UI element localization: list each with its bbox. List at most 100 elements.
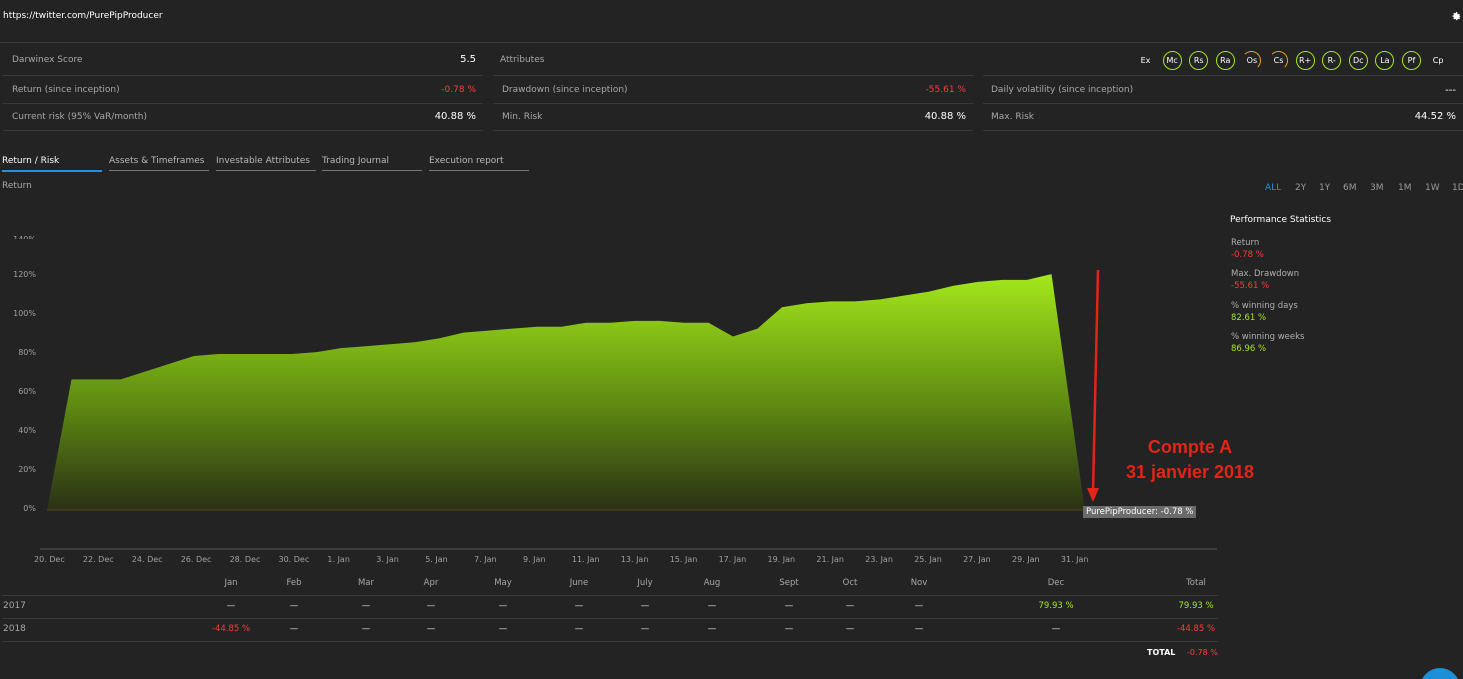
- x-tick-label: 30. Dec: [278, 555, 310, 564]
- month-cell: —: [361, 624, 371, 634]
- range-all[interactable]: ALL: [1265, 183, 1281, 193]
- attribute-badge-cp[interactable]: Cp: [1429, 51, 1448, 70]
- month-cell: -44.85 %: [211, 624, 251, 634]
- chat-button[interactable]: [1420, 668, 1460, 679]
- x-tick-label: 13. Jan: [620, 555, 649, 564]
- attribute-badge-rminus[interactable]: R-: [1322, 51, 1342, 70]
- perf-winweeks-label: % winning weeks: [1231, 332, 1305, 342]
- x-tick-label: 29. Jan: [1012, 555, 1040, 564]
- year-label: 2018: [3, 624, 26, 634]
- month-header: Jan: [224, 578, 238, 588]
- month-header: Aug: [703, 578, 721, 588]
- month-cell: —: [784, 624, 794, 634]
- perf-windays-label: % winning days: [1231, 301, 1298, 311]
- x-tick-label: 28. Dec: [229, 555, 261, 564]
- month-cell: —: [707, 601, 717, 611]
- range-1d[interactable]: 1D: [1452, 183, 1463, 193]
- month-cell: —: [784, 601, 794, 611]
- x-tick-label: 15. Jan: [669, 555, 698, 564]
- x-tick-label: 5. Jan: [425, 555, 448, 564]
- x-tick-label: 3. Jan: [376, 555, 399, 564]
- month-cell: —: [426, 601, 436, 611]
- table-divider: [2, 641, 1218, 642]
- month-cell: —: [574, 601, 584, 611]
- month-cell: —: [1051, 624, 1061, 634]
- month-header: May: [494, 578, 512, 588]
- gear-icon[interactable]: [1450, 10, 1462, 22]
- attribute-badge-rplus[interactable]: R+: [1295, 51, 1315, 70]
- x-tick-label: 21. Jan: [816, 555, 844, 564]
- attribute-badge-pf[interactable]: Pf: [1402, 51, 1421, 70]
- range-3m[interactable]: 3M: [1370, 183, 1384, 193]
- month-header: Nov: [910, 578, 928, 588]
- x-tick-label: 1. Jan: [327, 555, 350, 564]
- month-cell: —: [498, 601, 508, 611]
- month-cell: 79.93 %: [1038, 601, 1074, 611]
- total-label: TOTAL: [1147, 648, 1176, 657]
- performance-title: Performance Statistics: [1230, 215, 1332, 225]
- annotation-line1: Compte A: [1147, 437, 1233, 457]
- month-cell: —: [845, 624, 855, 634]
- perf-return-label: Return: [1231, 238, 1260, 248]
- table-divider: [2, 618, 1218, 619]
- month-cell: —: [498, 624, 508, 634]
- month-cell: —: [845, 601, 855, 611]
- month-cell: —: [707, 624, 717, 634]
- month-header: Oct: [842, 578, 858, 588]
- month-header: Mar: [357, 578, 375, 588]
- month-header: Sept: [779, 578, 799, 588]
- attribute-badge-os[interactable]: Os: [1242, 51, 1262, 70]
- x-tick-label: 25. Jan: [914, 555, 942, 564]
- range-1y[interactable]: 1Y: [1319, 183, 1330, 193]
- annotation-line2: 31 janvier 2018: [1125, 462, 1255, 482]
- annotation-arrow-head: [1087, 488, 1099, 502]
- volatility-value: ---: [1445, 85, 1456, 96]
- year-label: 2017: [3, 601, 26, 611]
- attribute-badge-cs[interactable]: Cs: [1269, 51, 1288, 70]
- year-total: 79.93 %: [1178, 601, 1214, 611]
- month-header: July: [637, 578, 653, 588]
- perf-return-value: -0.78 %: [1231, 250, 1264, 260]
- annotation-arrow-line: [1091, 269, 1100, 493]
- range-1m[interactable]: 1M: [1398, 183, 1412, 193]
- x-tick-label: 31. Jan: [1060, 555, 1089, 564]
- x-tick-label: 9. Jan: [523, 555, 546, 564]
- x-tick-label: 27. Jan: [963, 555, 991, 564]
- month-cell: —: [226, 601, 236, 611]
- month-header: Apr: [423, 578, 439, 588]
- month-header: June: [569, 578, 589, 588]
- x-tick-label: 11. Jan: [571, 555, 600, 564]
- x-tick-label: 23. Jan: [865, 555, 893, 564]
- perf-drawdown-value: -55.61 %: [1231, 281, 1270, 291]
- x-tick-label: 7. Jan: [474, 555, 497, 564]
- month-header: Dec: [1047, 578, 1065, 588]
- year-total: -44.85 %: [1176, 624, 1216, 634]
- range-1w[interactable]: 1W: [1425, 183, 1440, 193]
- x-tick-label: 24. Dec: [131, 555, 163, 564]
- x-tick-label: 22. Dec: [82, 555, 114, 564]
- month-cell: —: [289, 624, 299, 634]
- month-cell: —: [640, 624, 650, 634]
- x-tick-label: 20. Dec: [34, 555, 65, 564]
- month-cell: —: [289, 601, 299, 611]
- range-2y[interactable]: 2Y: [1295, 183, 1306, 193]
- total-value: -0.78 %: [1187, 648, 1218, 657]
- month-header: Total: [1186, 578, 1206, 588]
- table-divider: [2, 595, 1218, 596]
- month-cell: —: [914, 601, 924, 611]
- perf-winweeks-value: 86.96 %: [1231, 344, 1267, 354]
- range-6m[interactable]: 6M: [1343, 183, 1357, 193]
- maxrisk-value: 44.52 %: [1414, 111, 1456, 122]
- return-area-series: [47, 274, 1085, 512]
- month-cell: —: [361, 601, 371, 611]
- return-chart: [40, 269, 1217, 550]
- attribute-badge-la[interactable]: La: [1375, 51, 1395, 70]
- month-cell: —: [574, 624, 584, 634]
- perf-drawdown-label: Max. Drawdown: [1231, 269, 1300, 279]
- month-header: Feb: [286, 578, 302, 588]
- attribute-badge-dc[interactable]: Dc: [1348, 51, 1368, 70]
- month-cell: —: [914, 624, 924, 634]
- x-tick-label: 26. Dec: [180, 555, 212, 564]
- x-tick-label: 19. Jan: [767, 555, 796, 564]
- x-tick-label: 17. Jan: [718, 555, 747, 564]
